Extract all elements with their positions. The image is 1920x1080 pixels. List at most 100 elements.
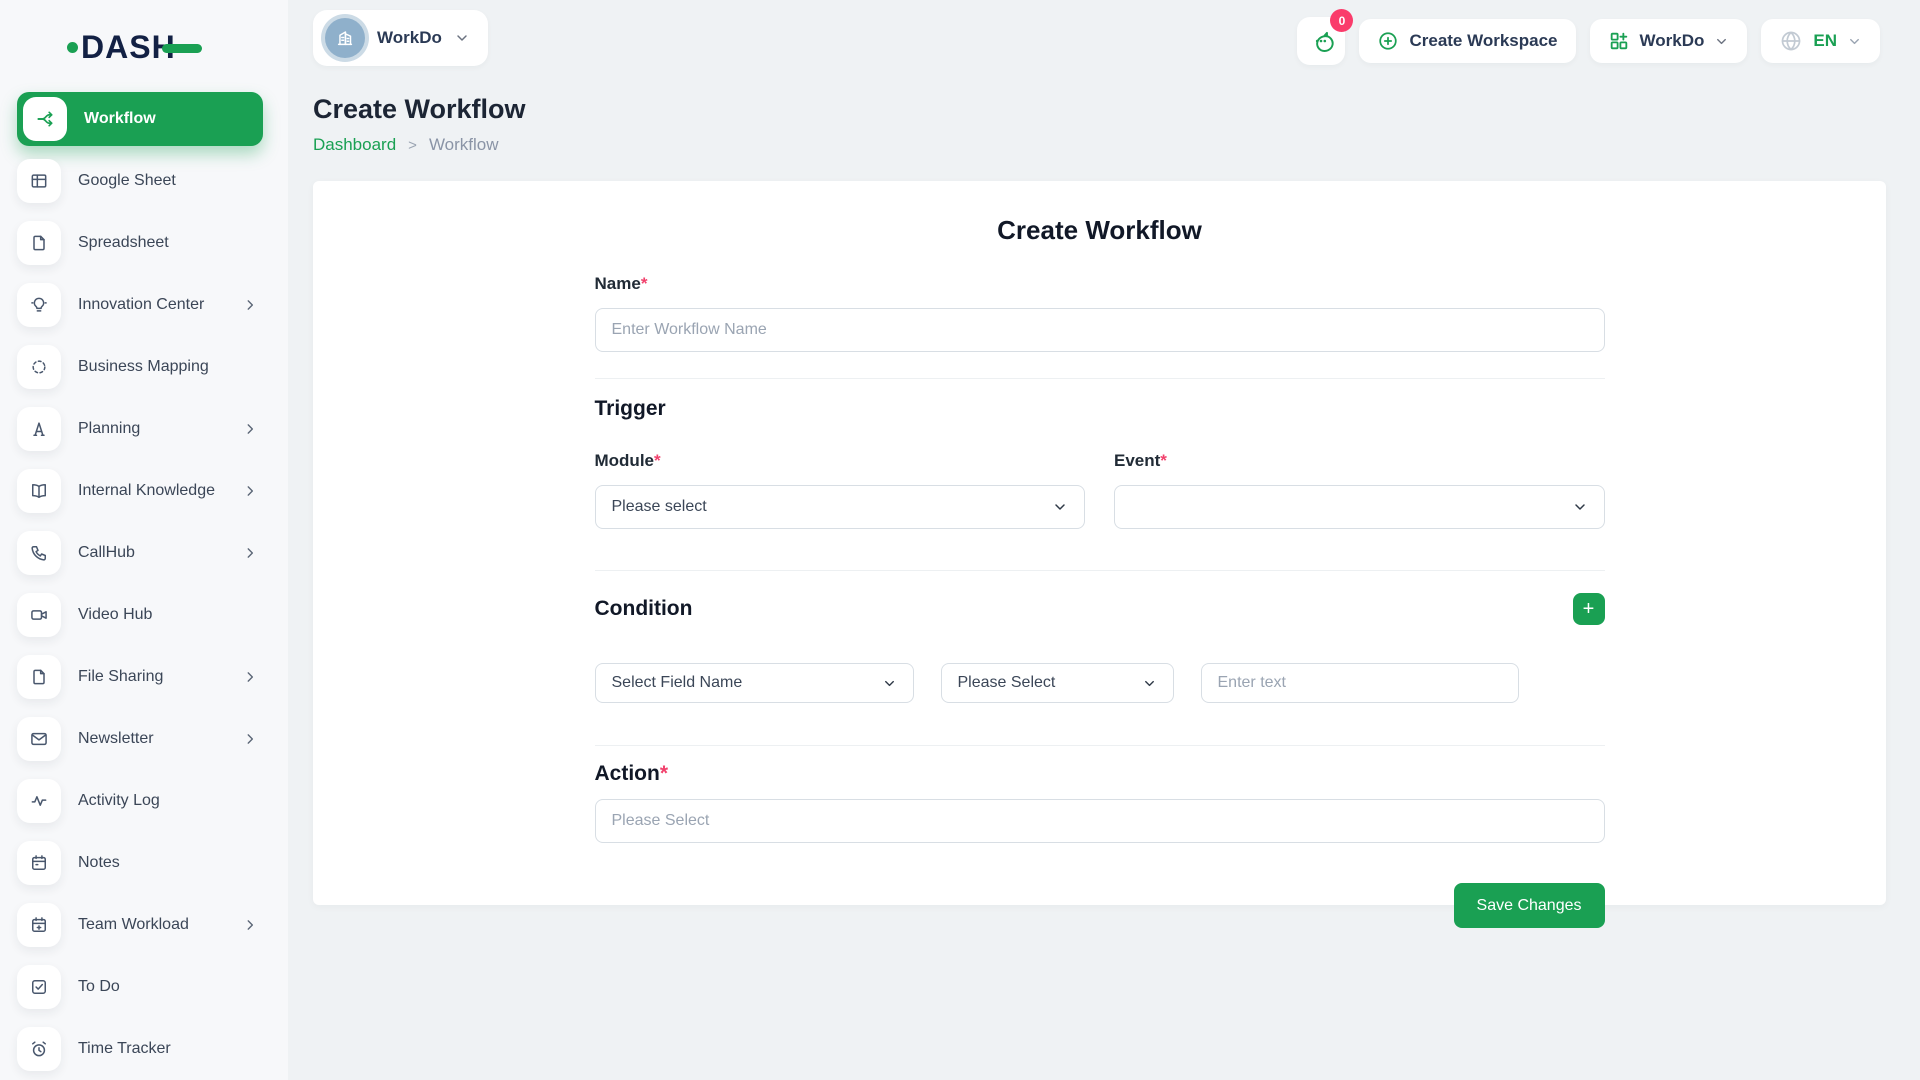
workspace-name: WorkDo (377, 28, 442, 48)
required-asterisk: * (654, 451, 661, 470)
lightbulb-icon (17, 283, 61, 327)
required-asterisk: * (641, 274, 648, 293)
phone-icon (17, 531, 61, 575)
file-icon (17, 655, 61, 699)
condition-field-value: Select Field Name (612, 674, 743, 692)
divider (595, 378, 1605, 379)
chevron-right-icon (243, 422, 257, 436)
event-select[interactable] (1114, 485, 1605, 529)
divider (595, 745, 1605, 746)
sidebar-item-planning[interactable]: Planning (17, 407, 263, 451)
chevron-down-icon (882, 676, 897, 691)
calendar-plus-icon (17, 903, 61, 947)
module-select-value: Please select (612, 498, 707, 516)
mail-icon (17, 717, 61, 761)
workspace-switcher[interactable]: WorkDo (313, 10, 488, 66)
create-workflow-card: Create Workflow Name* Trigger Module* Pl… (313, 181, 1886, 905)
workspace-avatar (325, 18, 365, 58)
sidebar-item-label: CallHub (78, 544, 243, 562)
create-workspace-label: Create Workspace (1409, 31, 1557, 51)
compass-icon (17, 407, 61, 451)
sidebar-item-newsletter[interactable]: Newsletter (17, 717, 263, 761)
sidebar-item-callhub[interactable]: CallHub (17, 531, 263, 575)
sidebar-item-workflow[interactable]: Workflow (17, 92, 263, 146)
messages-button[interactable]: 0 (1297, 17, 1345, 65)
condition-operator-select[interactable]: Please Select (941, 663, 1174, 703)
create-workspace-button[interactable]: Create Workspace (1359, 19, 1575, 63)
language-label: EN (1813, 31, 1837, 51)
chevron-right-icon (243, 732, 257, 746)
sidebar-item-label: Activity Log (78, 792, 263, 810)
breadcrumb: Dashboard > Workflow (313, 135, 1886, 155)
app-menu-dropdown[interactable]: WorkDo (1590, 19, 1748, 63)
sidebar-item-label: Planning (78, 420, 243, 438)
app-menu-label: WorkDo (1640, 31, 1705, 51)
action-select[interactable]: Please Select (595, 799, 1605, 843)
condition-field-select[interactable]: Select Field Name (595, 663, 914, 703)
sidebar-item-spreadsheet[interactable]: Spreadsheet (17, 221, 263, 265)
sidebar-item-label: Newsletter (78, 730, 243, 748)
dash-logo: DASH (67, 28, 288, 66)
breadcrumb-current: Workflow (429, 135, 499, 155)
add-condition-button[interactable]: + (1573, 593, 1605, 625)
sidebar-item-time-tracker[interactable]: Time Tracker (17, 1027, 263, 1071)
globe-icon (1779, 29, 1803, 53)
sidebar-item-label: To Do (78, 978, 263, 996)
book-icon (17, 469, 61, 513)
sidebar-item-label: Notes (78, 854, 263, 872)
sidebar-item-team-workload[interactable]: Team Workload (17, 903, 263, 947)
divider (595, 570, 1605, 571)
condition-heading: Condition (595, 597, 693, 621)
messages-badge: 0 (1330, 9, 1353, 32)
chevron-down-icon (1847, 34, 1862, 49)
activity-icon (17, 779, 61, 823)
sidebar-item-google-sheet[interactable]: Google Sheet (17, 159, 263, 203)
sidebar-item-internal-knowledge[interactable]: Internal Knowledge (17, 469, 263, 513)
sidebar-item-business-mapping[interactable]: Business Mapping (17, 345, 263, 389)
trigger-heading: Trigger (595, 397, 1605, 421)
condition-row: Select Field Name Please Select (595, 663, 1605, 703)
main-area: WorkDo 0 Create Workspace WorkDo (288, 0, 1920, 1080)
required-asterisk: * (1160, 451, 1167, 470)
sidebar-item-label: Innovation Center (78, 296, 243, 314)
breadcrumb-dashboard-link[interactable]: Dashboard (313, 135, 396, 155)
sidebar-item-innovation-center[interactable]: Innovation Center (17, 283, 263, 327)
chevron-right-icon (243, 670, 257, 684)
sidebar-item-label: Internal Knowledge (78, 482, 243, 500)
sidebar-item-activity-log[interactable]: Activity Log (17, 779, 263, 823)
sidebar-item-label: Video Hub (78, 606, 263, 624)
header-actions: 0 Create Workspace WorkDo EN (1297, 17, 1880, 65)
sidebar-item-label: Time Tracker (78, 1040, 263, 1058)
action-select-placeholder: Please Select (612, 812, 710, 830)
sidebar-item-label: File Sharing (78, 668, 243, 686)
sidebar: DASH Workflow Google Sheet Spreadsheet (0, 0, 288, 1080)
chevron-down-icon (454, 30, 470, 46)
module-label: Module* (595, 451, 1086, 471)
chevron-right-icon (243, 918, 257, 932)
chevron-down-icon (1714, 34, 1729, 49)
sidebar-item-label: Google Sheet (78, 172, 263, 190)
sidebar-item-notes[interactable]: Notes (17, 841, 263, 885)
sidebar-nav: Workflow Google Sheet Spreadsheet Innova… (17, 92, 288, 1080)
save-changes-button[interactable]: Save Changes (1454, 883, 1605, 928)
sidebar-item-to-do[interactable]: To Do (17, 965, 263, 1009)
condition-operator-value: Please Select (958, 674, 1056, 692)
video-camera-icon (17, 593, 61, 637)
page-content: Create Workflow Dashboard > Workflow Cre… (288, 66, 1920, 905)
condition-value-input[interactable] (1201, 663, 1519, 703)
workflow-name-input[interactable] (595, 308, 1605, 352)
sidebar-item-label: Team Workload (78, 916, 243, 934)
chat-bubble-icon (1308, 28, 1334, 54)
file-icon (17, 221, 61, 265)
create-workflow-form: Create Workflow Name* Trigger Module* Pl… (595, 181, 1605, 928)
plus-circle-icon (1377, 30, 1399, 52)
sidebar-item-file-sharing[interactable]: File Sharing (17, 655, 263, 699)
sidebar-item-video-hub[interactable]: Video Hub (17, 593, 263, 637)
check-square-icon (17, 965, 61, 1009)
alarm-clock-icon (17, 1027, 61, 1071)
name-label: Name* (595, 274, 1605, 294)
language-dropdown[interactable]: EN (1761, 19, 1880, 63)
module-select[interactable]: Please select (595, 485, 1086, 529)
chevron-down-icon (1572, 499, 1588, 515)
logo-dash-icon (162, 44, 202, 53)
